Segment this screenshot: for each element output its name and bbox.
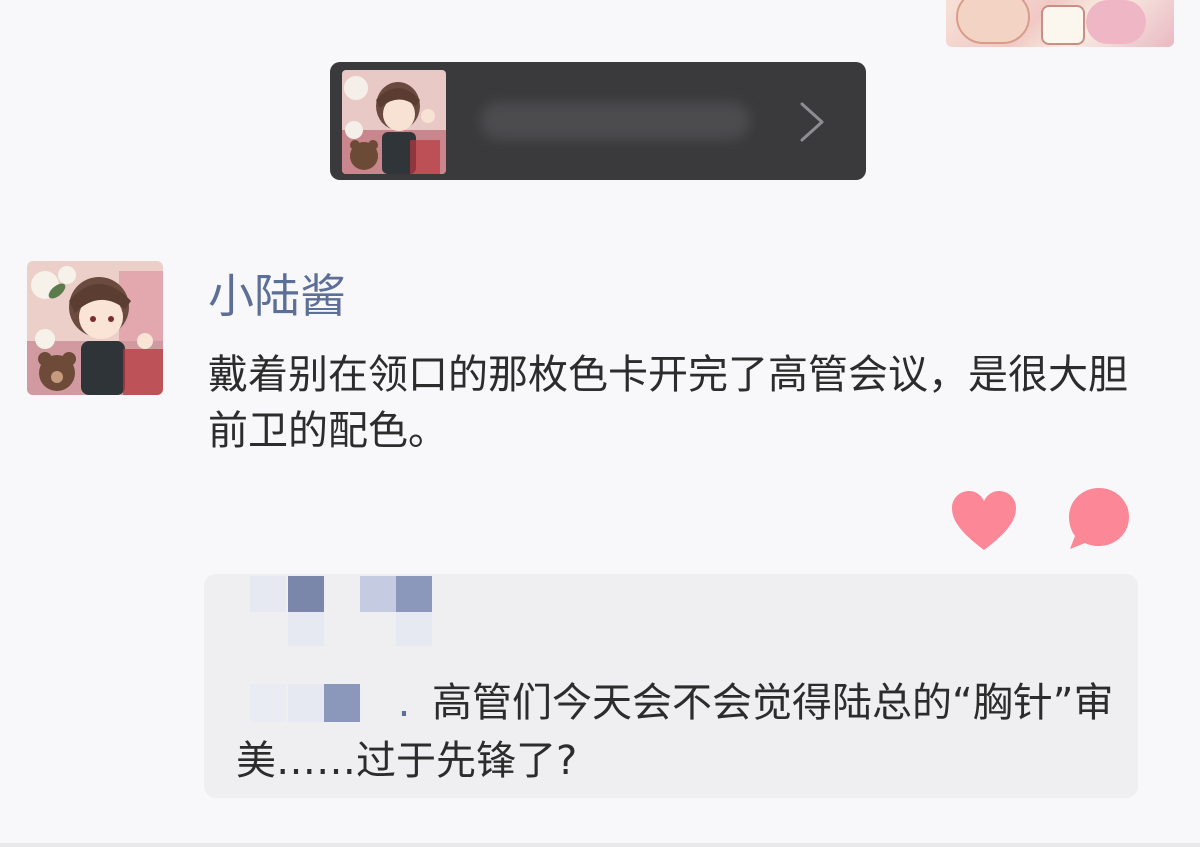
- heart-icon[interactable]: [950, 490, 1018, 552]
- chevron-right-icon: [800, 102, 824, 142]
- comment-separator: .: [397, 680, 411, 726]
- comment-text-block: . 高管们今天会不会觉得陆总的“胸针”审美……过于先锋了?: [236, 674, 1116, 790]
- redacted-pixel: [288, 576, 324, 612]
- post-text: 戴着别在领口的那枚色卡开完了高管会议，是很大胆前卫的配色。: [208, 352, 1128, 454]
- comment-box: . 高管们今天会不会觉得陆总的“胸针”审美……过于先锋了?: [204, 574, 1138, 798]
- thumbnail-figure: [956, 0, 1030, 44]
- comment-bubble-icon[interactable]: [1066, 486, 1132, 552]
- post-image-thumbnail[interactable]: [946, 0, 1174, 47]
- author-avatar[interactable]: [27, 261, 163, 395]
- redacted-pixel: [288, 612, 324, 646]
- redacted-pixel: [396, 612, 432, 646]
- shared-link-card[interactable]: [330, 62, 866, 180]
- link-card-image: [342, 70, 446, 174]
- redacted-pixel: [396, 576, 432, 612]
- redacted-pixel: [360, 576, 396, 612]
- divider: [0, 843, 1200, 847]
- author-name[interactable]: 小陆酱: [208, 266, 346, 326]
- comment-text: 高管们今天会不会觉得陆总的“胸针”审美……过于先锋了?: [236, 680, 1114, 784]
- link-card-title-redacted: [480, 102, 750, 140]
- thumbnail-item: [1041, 5, 1085, 45]
- thumbnail-pink-bear: [1086, 0, 1146, 44]
- redacted-pixel: [250, 576, 286, 612]
